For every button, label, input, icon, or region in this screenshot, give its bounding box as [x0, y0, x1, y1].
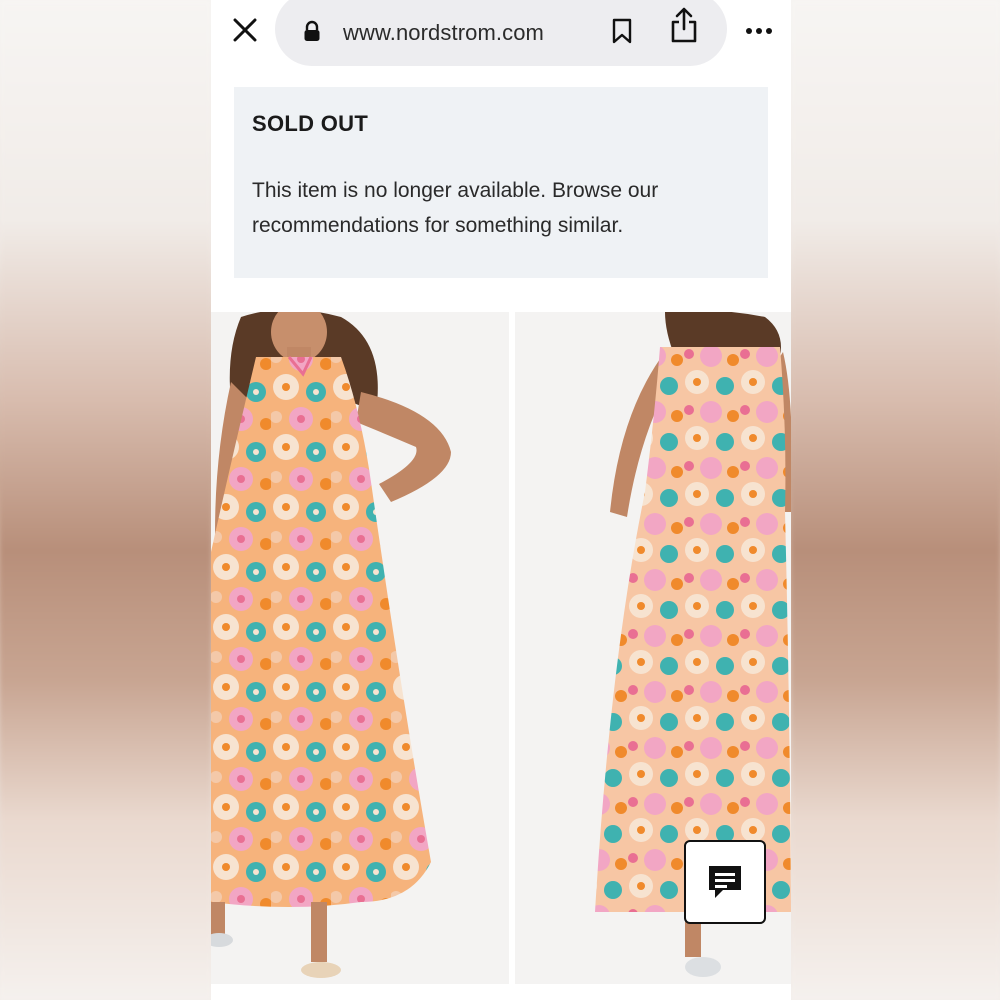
url-text: www.nordstrom.com: [343, 20, 544, 45]
phone-screen: www.nordstrom.com SOLD OUT This item is …: [211, 0, 791, 1000]
chat-icon: [709, 866, 741, 898]
share-icon[interactable]: [669, 6, 699, 44]
lock-icon: [304, 20, 320, 41]
more-icon[interactable]: [745, 22, 773, 40]
sold-out-message: This item is no longer available. Browse…: [252, 179, 659, 237]
bookmark-icon[interactable]: [611, 18, 633, 44]
background-blur-left: [0, 0, 211, 1000]
background-blur-right: [791, 0, 1000, 1000]
chat-button[interactable]: [684, 840, 766, 924]
sold-out-title: SOLD OUT: [252, 111, 369, 136]
close-icon: [233, 18, 257, 42]
product-image-front[interactable]: [211, 312, 509, 984]
sold-out-banner: SOLD OUT This item is no longer availabl…: [234, 87, 768, 278]
address-bar[interactable]: www.nordstrom.com: [275, 0, 727, 66]
close-button[interactable]: [229, 14, 261, 46]
